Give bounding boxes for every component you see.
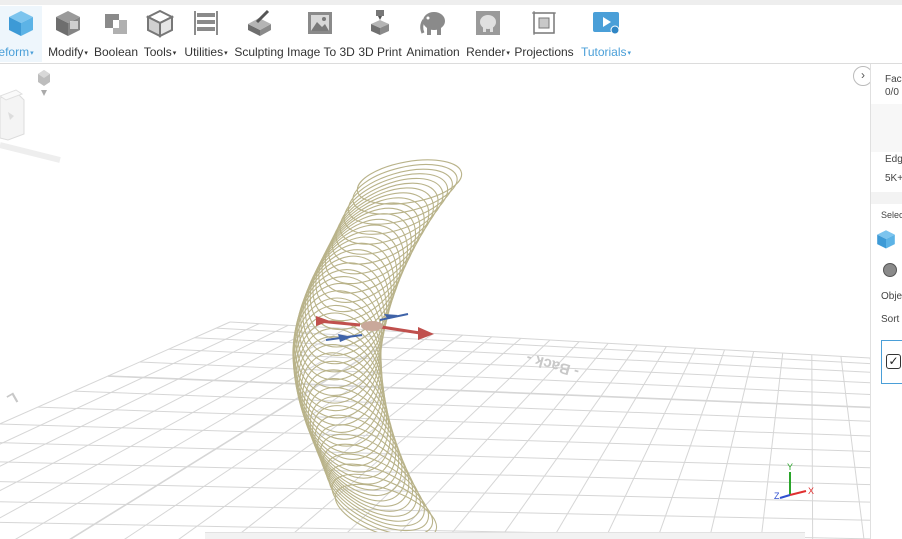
coil-loop bbox=[292, 297, 382, 419]
dropdown-caret: ▾ bbox=[627, 50, 632, 57]
tutorials-play-icon bbox=[593, 12, 620, 35]
view-cube[interactable] bbox=[0, 89, 61, 163]
select-object-cube-icon[interactable] bbox=[875, 228, 897, 250]
toolbar-tools-label: Tools bbox=[143, 45, 172, 59]
toolbar-utilities-button[interactable]: Utilities▾ bbox=[182, 8, 230, 62]
toolbar-boolean-label: Boolean bbox=[93, 45, 139, 59]
grid-line bbox=[840, 356, 865, 539]
toolbar-tutorials-label: Tutorials bbox=[580, 45, 627, 59]
toolbar-tools-button[interactable]: Tools▾ bbox=[141, 8, 179, 62]
slinky-coil-model[interactable] bbox=[283, 153, 465, 539]
projections-icon bbox=[532, 11, 556, 35]
grid-line bbox=[446, 342, 609, 539]
coil-loop bbox=[309, 395, 403, 497]
axis-y-label: Y bbox=[787, 462, 793, 472]
coil-loop bbox=[328, 192, 430, 275]
modify-icon bbox=[56, 11, 80, 36]
axis-indicator: Y X Z bbox=[774, 462, 814, 501]
ground-label-left: L bbox=[4, 389, 20, 408]
grid-line bbox=[0, 442, 870, 469]
dropdown-caret: ▾ bbox=[30, 50, 34, 57]
toolbar-utilities-label: Utilities bbox=[184, 45, 224, 59]
toolbar-animation-button[interactable]: Animation bbox=[405, 8, 461, 62]
dropdown-caret: ▾ bbox=[224, 50, 228, 57]
select-vertex-radio[interactable] bbox=[883, 263, 897, 277]
viewport-scene[interactable]: - Back - L Y X Z bbox=[0, 64, 870, 539]
axis-z-label: Z bbox=[774, 491, 780, 501]
coil-loop bbox=[356, 159, 463, 205]
edges-value: 5K+ bbox=[885, 173, 902, 184]
toolbar-3d-print-label: 3D Print bbox=[358, 45, 402, 59]
3d-print-icon bbox=[371, 10, 389, 35]
top-strip bbox=[0, 0, 902, 5]
toolbar-projections-button[interactable]: Projections bbox=[514, 8, 574, 62]
tools-icon bbox=[145, 9, 175, 38]
coil-loop bbox=[322, 443, 421, 522]
utilities-icon bbox=[194, 11, 218, 35]
toolbar-tutorials-button[interactable]: Tutorials▾ bbox=[578, 8, 634, 62]
grid-line bbox=[73, 390, 870, 422]
boolean-icon bbox=[105, 14, 127, 34]
sculpting-icon bbox=[248, 9, 271, 36]
grid-line bbox=[107, 375, 870, 409]
render-icon bbox=[476, 11, 500, 35]
axis-x-label: X bbox=[808, 486, 814, 496]
toolbar-modify-button[interactable]: Modify▾ bbox=[46, 8, 90, 62]
dropdown-caret: ▾ bbox=[84, 50, 88, 57]
faces-value: 0/0 bbox=[885, 87, 899, 98]
toolbar-freeform-button[interactable]: eform▾ bbox=[0, 6, 42, 62]
sort-label: Sort bbox=[881, 314, 900, 325]
toolbar-animation-label: Animation bbox=[406, 45, 460, 59]
toolbar-sculpting-button[interactable]: Sculpting bbox=[234, 8, 284, 62]
panel-options-box: ✓ bbox=[881, 340, 902, 384]
3d-viewport[interactable]: - Back - L Y X Z bbox=[0, 64, 870, 539]
properties-panel: Face 0/0 Edg 5K+ Selec Obje Sort ✓ bbox=[870, 64, 902, 539]
dropdown-caret: ▾ bbox=[172, 50, 177, 57]
toolbar-image-to-3d-label: Image To 3D bbox=[287, 45, 355, 59]
toolbar-freeform-label: eform bbox=[0, 45, 30, 59]
edges-label: Edg bbox=[885, 154, 902, 165]
toolbar-sculpting-label: Sculpting bbox=[234, 45, 284, 59]
dropdown-caret: ▾ bbox=[506, 50, 510, 57]
toolbar-boolean-button[interactable]: Boolean bbox=[93, 8, 139, 62]
ground-grid bbox=[0, 321, 870, 539]
image-to-3d-icon bbox=[308, 12, 332, 34]
camera-pivot-icon[interactable] bbox=[38, 70, 50, 96]
panel-divider bbox=[871, 104, 902, 152]
grid-line bbox=[37, 406, 870, 437]
animation-elephant-icon bbox=[420, 12, 445, 35]
grid-line bbox=[656, 349, 726, 539]
timeline-bar[interactable] bbox=[205, 532, 805, 539]
grid-line bbox=[708, 351, 755, 539]
freeform-cube-icon bbox=[9, 11, 33, 36]
main-toolbar: eform▾ Modify▾ Boolean Tools▾ Utilities▾… bbox=[0, 0, 902, 64]
toolbar-modify-label: Modify bbox=[48, 45, 84, 59]
ground-label-back: - Back - bbox=[524, 349, 581, 380]
toolbar-3d-print-button[interactable]: 3D Print bbox=[356, 8, 404, 62]
toolbar-render-button[interactable]: Render▾ bbox=[465, 8, 511, 62]
select-label: Selec bbox=[881, 210, 902, 220]
object-label: Obje bbox=[881, 291, 902, 302]
toolbar-image-to-3d-button[interactable]: Image To 3D bbox=[287, 8, 355, 62]
toolbar-projections-label: Projections bbox=[514, 45, 574, 59]
grid-line bbox=[760, 353, 784, 539]
grid-line bbox=[0, 423, 870, 453]
panel-checkbox[interactable]: ✓ bbox=[886, 354, 901, 369]
panel-separator bbox=[871, 192, 902, 204]
grid-line bbox=[0, 481, 870, 503]
grid-line bbox=[811, 354, 814, 539]
toolbar-render-label: Render bbox=[466, 45, 506, 59]
coil-loop bbox=[324, 197, 425, 285]
faces-label: Face bbox=[885, 74, 902, 85]
